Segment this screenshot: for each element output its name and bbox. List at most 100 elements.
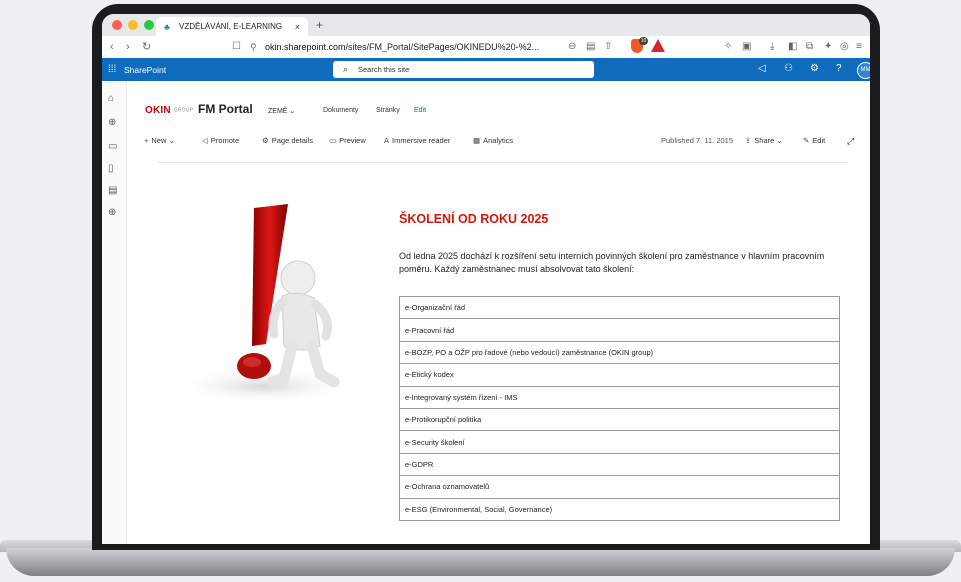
people-icon[interactable]: ⚇ bbox=[784, 63, 793, 74]
wallet-icon[interactable]: ▣ bbox=[742, 39, 751, 55]
table-row: e-Ochrana oznamovatelů bbox=[399, 475, 840, 499]
edit-label: Edit bbox=[812, 136, 826, 145]
published-date: Published 7. 11. 2015 bbox=[661, 136, 734, 145]
share-icon: ⇪ bbox=[745, 136, 752, 145]
training-cell: e-ESG (Environmental, Social, Governance… bbox=[399, 497, 840, 521]
analytics-label: Analytics bbox=[483, 136, 514, 145]
table-row: e-ESG (Environmental, Social, Governance… bbox=[399, 497, 840, 521]
edit-button[interactable]: ✎ Edit bbox=[803, 136, 825, 145]
news-icon[interactable]: ▭ bbox=[108, 141, 117, 152]
back-icon[interactable]: ‹ bbox=[110, 39, 114, 55]
training-cell: e-Organizační řád bbox=[399, 295, 840, 320]
analytics-button[interactable]: ▦ Analytics bbox=[473, 136, 513, 145]
extensions-icon[interactable]: ✧ bbox=[724, 39, 732, 55]
nav-stranky[interactable]: Stránky bbox=[376, 107, 400, 114]
lists-icon[interactable]: ▤ bbox=[108, 185, 117, 196]
vpn-icon[interactable]: ◎ bbox=[840, 39, 849, 55]
address-bar[interactable]: okin.sharepoint.com/sites/FM_Portal/Site… bbox=[265, 40, 539, 54]
minimize-window-button[interactable] bbox=[128, 20, 138, 30]
window-controls bbox=[112, 20, 154, 30]
table-row: e-Security školení bbox=[399, 430, 840, 454]
promote-button[interactable]: ◁ Promote bbox=[202, 136, 239, 145]
table-row: e-Pracovní řád bbox=[399, 318, 840, 342]
close-window-button[interactable] bbox=[112, 20, 122, 30]
promote-label: Promote bbox=[210, 136, 240, 145]
laptop-bezel: ♣ VZDĚLÁVÁNÍ, E-LEARNING × + ‹ › ↻ ☐ ⚲ o… bbox=[92, 4, 880, 550]
url-path: /sites/FM_Portal/SitePages/OKINEDU%20-%2… bbox=[345, 42, 540, 52]
sharepoint-link[interactable]: SharePoint bbox=[124, 65, 166, 75]
immersive-reader-button[interactable]: A Immersive reader bbox=[384, 136, 450, 145]
zoom-icon[interactable]: ⊖ bbox=[568, 39, 576, 55]
preview-icon: ▭ bbox=[329, 136, 337, 145]
files-icon[interactable]: ▯ bbox=[108, 163, 114, 174]
maximize-window-button[interactable] bbox=[144, 20, 154, 30]
help-icon[interactable]: ? bbox=[836, 63, 842, 74]
logo-text: OKIN bbox=[145, 105, 171, 116]
immersive-reader-label: Immersive reader bbox=[392, 136, 451, 145]
preview-button[interactable]: ▭ Preview bbox=[329, 136, 366, 145]
active-tab[interactable]: ♣ VZDĚLÁVÁNÍ, E-LEARNING × bbox=[156, 17, 308, 36]
tab-title: VZDĚLÁVÁNÍ, E-LEARNING bbox=[179, 22, 283, 31]
training-cell: e-GDPR bbox=[399, 452, 840, 477]
training-cell: e-Security školení bbox=[399, 430, 840, 454]
training-cell: e-BOZP, PO a OŽP pro řadové (nebo vedouc… bbox=[399, 340, 840, 365]
new-tab-button[interactable]: + bbox=[316, 18, 323, 32]
table-row: e-Protikorupční politika bbox=[399, 407, 840, 432]
table-row: e-Etický kodex bbox=[399, 363, 840, 387]
app-bar: ⌂ ⊕ ▭ ▯ ▤ ⊕ bbox=[102, 81, 127, 544]
share-icon[interactable]: ⇧ bbox=[604, 39, 612, 55]
site-search-box[interactable]: ⌕ Search this site bbox=[333, 61, 594, 78]
trainings-table: e-Organizační řád e-Pracovní řád e-BOZP, P… bbox=[399, 295, 840, 521]
shields-count-badge: 10 bbox=[639, 37, 648, 45]
training-cell: e-Protikorupční politika bbox=[399, 407, 840, 432]
menu-icon[interactable]: ≡ bbox=[856, 39, 862, 55]
preview-label: Preview bbox=[339, 136, 366, 145]
browser-window: ♣ VZDĚLÁVÁNÍ, E-LEARNING × + ‹ › ↻ ☐ ⚲ o… bbox=[102, 14, 870, 544]
new-button[interactable]: + New ⌄ bbox=[144, 136, 175, 145]
close-tab-icon[interactable]: × bbox=[295, 22, 300, 32]
nav-edit[interactable]: Edit bbox=[414, 107, 426, 114]
settings-gear-icon[interactable]: ⚙ bbox=[810, 63, 819, 74]
okin-logo[interactable]: OKIN GROUP bbox=[145, 105, 193, 116]
sidebar-icon[interactable]: ◧ bbox=[788, 39, 797, 55]
table-row: e-Integrovaný systém řízení - IMS bbox=[399, 385, 840, 409]
nav-dokumenty[interactable]: Dokumenty bbox=[323, 107, 358, 114]
tab-manager-icon[interactable]: ⧉ bbox=[806, 39, 813, 55]
new-label: New bbox=[151, 136, 167, 145]
exclamation-figure-illustration bbox=[172, 204, 356, 404]
nav-zeme[interactable]: ZEMĚ ⌄ bbox=[268, 107, 295, 115]
share-label: Share bbox=[754, 136, 775, 145]
sharepoint-header: ⁞⁞⁞ SharePoint ⌕ Search this site ◁ ⚇ ⚙ … bbox=[102, 58, 870, 81]
immersive-reader-icon: A bbox=[384, 136, 390, 145]
logo-sub: GROUP bbox=[173, 107, 194, 114]
create-icon[interactable]: ⊕ bbox=[108, 207, 116, 218]
home-icon[interactable]: ⌂ bbox=[108, 93, 114, 104]
megaphone-icon: ◁ bbox=[202, 136, 208, 145]
leo-icon[interactable]: ✦ bbox=[824, 39, 832, 55]
user-avatar[interactable]: MM bbox=[857, 62, 870, 79]
bookmark-icon[interactable]: ☐ bbox=[232, 39, 241, 55]
section-divider bbox=[158, 162, 848, 163]
share-button[interactable]: ⇪ Share ⌄ bbox=[745, 136, 783, 145]
chevron-down-icon: ⌄ bbox=[776, 136, 783, 145]
training-cell: e-Etický kodex bbox=[399, 363, 840, 387]
forward-icon[interactable]: › bbox=[126, 39, 130, 55]
browser-toolbar: ‹ › ↻ ☐ ⚲ okin.sharepoint.com/sites/FM_P… bbox=[102, 36, 870, 59]
expand-icon[interactable]: ⤢ bbox=[847, 136, 854, 147]
table-row: e-Organizační řád bbox=[399, 295, 840, 320]
app-launcher-icon[interactable]: ⁞⁞⁞ bbox=[108, 64, 116, 75]
feedback-icon[interactable]: ◁ bbox=[758, 63, 766, 74]
site-settings-icon[interactable]: ⚲ bbox=[250, 39, 257, 55]
search-placeholder: Search this site bbox=[358, 65, 410, 74]
section-heading: ŠKOLENÍ OD ROKU 2025 bbox=[399, 212, 549, 226]
page-details-button[interactable]: ⚙ Page details bbox=[262, 136, 313, 145]
laptop-base bbox=[6, 548, 955, 576]
sites-globe-icon[interactable]: ⊕ bbox=[108, 117, 116, 128]
reload-icon[interactable]: ↻ bbox=[142, 39, 151, 55]
brave-rewards-icon[interactable] bbox=[651, 39, 665, 52]
table-row: e-GDPR bbox=[399, 452, 840, 477]
reader-mode-icon[interactable]: ▤ bbox=[586, 39, 595, 55]
page-details-label: Page details bbox=[271, 136, 314, 145]
site-title[interactable]: FM Portal bbox=[198, 102, 253, 116]
download-icon[interactable]: ⤓ bbox=[770, 39, 774, 55]
